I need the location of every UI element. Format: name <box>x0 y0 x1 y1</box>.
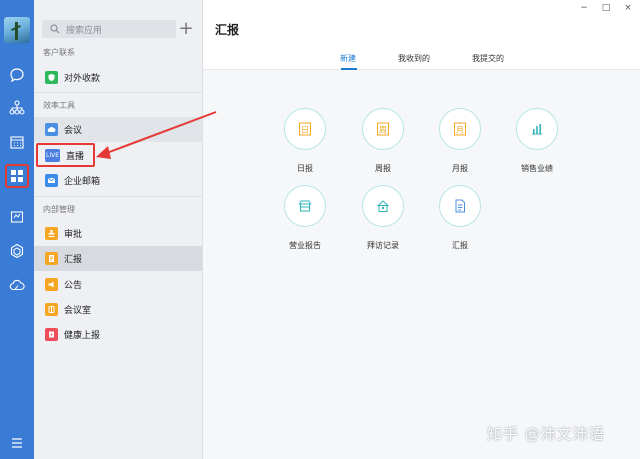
health-report-icon <box>45 328 58 341</box>
close-button[interactable]: × <box>621 3 635 13</box>
tab-submitted[interactable]: 我提交的 <box>472 53 504 64</box>
mail-icon <box>45 174 58 187</box>
sidebar-item-meeting-room[interactable]: 会议室 <box>34 297 202 322</box>
sidebar-item-approval[interactable]: 审批 <box>34 221 202 246</box>
report-template-general[interactable]: 汇报 <box>420 185 500 257</box>
sidebar-item-label: 审批 <box>64 230 83 240</box>
report-template-visit[interactable]: 拜访记录 <box>343 185 423 257</box>
calendar-icon[interactable] <box>8 133 26 151</box>
tab-received[interactable]: 我收到的 <box>398 53 430 64</box>
report-template-label: 汇报 <box>452 241 468 250</box>
report-template-label: 周报 <box>375 164 391 173</box>
sidebar-item-label: 企业邮箱 <box>64 177 101 187</box>
minimize-button[interactable]: − <box>577 3 591 13</box>
report-template-label: 拜访记录 <box>367 241 399 250</box>
daily-report-icon: 日 <box>284 108 326 150</box>
main-header: 汇报 − □ × <box>203 0 640 44</box>
payment-shield-icon <box>45 71 58 84</box>
weekly-report-icon: 周 <box>362 108 404 150</box>
section-title-internal: 内部管理 <box>43 205 75 214</box>
report-template-weekly[interactable]: 周 周报 <box>343 108 423 180</box>
sidebar-item-report[interactable]: 汇报 <box>34 246 202 271</box>
sidebar-item-meeting[interactable]: 会议 <box>34 117 202 142</box>
report-template-monthly[interactable]: 月 月报 <box>420 108 500 180</box>
report-template-daily[interactable]: 日 日报 <box>265 108 345 180</box>
workbench-icon[interactable] <box>5 164 29 188</box>
svg-text:日: 日 <box>301 126 309 135</box>
report-template-label: 日报 <box>297 164 313 173</box>
approval-stamp-icon <box>45 227 58 240</box>
sidebar-item-label: 会议 <box>64 126 83 136</box>
sidebar-item-label: 会议室 <box>64 306 92 316</box>
chat-icon[interactable] <box>8 66 26 84</box>
sidebar-item-payment[interactable]: 对外收款 <box>34 65 202 90</box>
page-title: 汇报 <box>215 23 240 37</box>
maximize-button[interactable]: □ <box>599 3 613 13</box>
cloud-meeting-icon <box>45 123 58 136</box>
report-template-label: 月报 <box>452 164 468 173</box>
document-icon[interactable] <box>8 208 26 226</box>
report-tabs: 新建 我收到的 我提交的 <box>203 44 640 70</box>
sidebar-item-announcement[interactable]: 公告 <box>34 272 202 297</box>
divider <box>34 196 202 197</box>
app-rail <box>0 0 34 459</box>
search-placeholder: 搜索应用 <box>66 25 103 36</box>
announcement-icon <box>45 278 58 291</box>
search-input[interactable]: 搜索应用 <box>42 20 176 38</box>
report-template-business[interactable]: 营业报告 <box>265 185 345 257</box>
report-doc-icon <box>439 185 481 227</box>
active-tab-indicator <box>341 68 357 70</box>
watermark: 知乎 @沛文沛语 <box>487 425 605 443</box>
report-template-label: 销售业绩 <box>521 164 553 173</box>
user-avatar[interactable] <box>4 17 30 43</box>
app-list-panel: 搜索应用 + 客户联系 对外收款 效率工具 会议 LIVE 直播 企业邮箱 内部… <box>34 0 203 459</box>
report-template-sales[interactable]: 销售业绩 <box>497 108 577 180</box>
box-icon[interactable] <box>8 242 26 260</box>
sidebar-item-mail[interactable]: 企业邮箱 <box>34 168 202 193</box>
tab-new[interactable]: 新建 <box>340 53 356 64</box>
divider <box>34 92 202 93</box>
search-icon <box>50 24 60 34</box>
sidebar-item-label: 对外收款 <box>64 74 101 84</box>
sidebar-item-health-report[interactable]: 健康上报 <box>34 322 202 347</box>
main-content: 汇报 − □ × 新建 我收到的 我提交的 日 日报 周 周报 月 月报 销售业… <box>203 0 640 459</box>
live-highlight-box <box>36 143 95 167</box>
menu-icon[interactable] <box>8 434 26 452</box>
sidebar-item-label: 汇报 <box>64 255 83 265</box>
meeting-room-icon <box>45 303 58 316</box>
section-title-efficiency: 效率工具 <box>43 101 75 110</box>
store-report-icon <box>284 185 326 227</box>
visit-record-icon <box>362 185 404 227</box>
sidebar-item-label: 公告 <box>64 281 83 291</box>
sidebar-item-label: 健康上报 <box>64 331 101 341</box>
monthly-report-icon: 月 <box>439 108 481 150</box>
cloud-drive-icon[interactable] <box>8 276 26 294</box>
report-icon <box>45 252 58 265</box>
report-template-label: 营业报告 <box>289 241 321 250</box>
section-title-customer: 客户联系 <box>43 48 75 57</box>
svg-text:周: 周 <box>379 126 387 135</box>
add-app-button[interactable]: + <box>177 19 195 39</box>
svg-text:月: 月 <box>456 126 464 135</box>
sales-chart-icon <box>516 108 558 150</box>
org-structure-icon[interactable] <box>8 99 26 117</box>
